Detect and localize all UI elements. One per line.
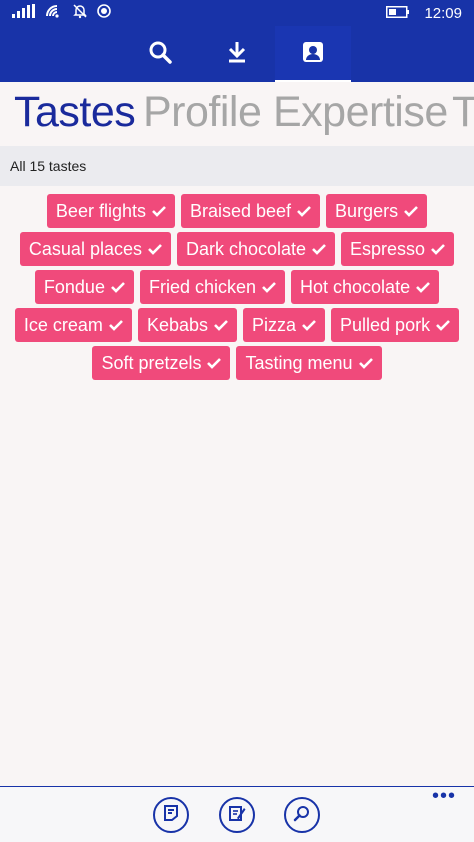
tag-row: Fondue Fried chicken Hot chocolate <box>0 270 474 304</box>
pivot-tab-expertise[interactable]: Expertise <box>273 86 448 138</box>
pivot-tab-tastes[interactable]: Tastes <box>14 86 136 138</box>
app-bar: ••• <box>0 786 474 842</box>
pivot-header: Tastes Profile Expertise T <box>0 82 474 144</box>
taste-tag-burgers[interactable]: Burgers <box>326 194 428 228</box>
checkmark-icon <box>302 319 316 331</box>
taste-tag-pizza[interactable]: Pizza <box>243 308 326 342</box>
top-nav <box>0 26 474 82</box>
tag-label: Kebabs <box>146 314 208 335</box>
pivot-tab-next[interactable]: T <box>452 86 474 138</box>
feedback-button[interactable] <box>153 797 189 833</box>
taste-tag-hot-chocolate[interactable]: Hot chocolate <box>291 270 440 304</box>
taste-tag-braised-beef[interactable]: Braised beef <box>180 194 321 228</box>
tag-label: Pizza <box>252 314 297 335</box>
checkmark-icon <box>404 205 418 217</box>
app-root: 12:09 Tastes Profile Expertise T All 15 … <box>0 0 474 842</box>
tag-label: Espresso <box>350 238 426 259</box>
filter-bar[interactable]: All 15 tastes <box>0 146 474 186</box>
profile-icon <box>301 40 325 69</box>
tag-label: Braised beef <box>189 200 292 221</box>
checkmark-icon <box>262 281 276 293</box>
tag-row: Ice cream Kebabs Pizza Pulled pork <box>0 308 474 342</box>
checkmark-icon <box>431 243 445 255</box>
tag-row: Soft pretzels Tasting menu <box>0 346 474 380</box>
pivot-tab-profile[interactable]: Profile <box>143 86 262 138</box>
filter-label: All 15 tastes <box>10 158 87 174</box>
edit-icon <box>228 804 246 827</box>
tags-cloud: Beer flights Braised beef Burgers Casual… <box>0 194 474 384</box>
signal-icon <box>12 3 36 23</box>
search-icon <box>293 804 311 827</box>
taste-tag-espresso[interactable]: Espresso <box>341 232 455 266</box>
taste-tag-dark-chocolate[interactable]: Dark chocolate <box>176 232 336 266</box>
taste-tag-casual-places[interactable]: Casual places <box>19 232 171 266</box>
tag-label: Tasting menu <box>245 352 353 373</box>
more-options-button[interactable]: ••• <box>432 786 456 806</box>
status-icons <box>12 3 111 24</box>
wifi-icon <box>45 4 63 23</box>
tag-label: Fried chicken <box>148 276 257 297</box>
checkmark-icon <box>297 205 311 217</box>
taste-tag-pulled-pork[interactable]: Pulled pork <box>331 308 460 342</box>
tag-row: Beer flights Braised beef Burgers <box>0 194 474 228</box>
taste-tag-kebabs[interactable]: Kebabs <box>137 308 237 342</box>
edit-button[interactable] <box>219 797 255 833</box>
tag-label: Pulled pork <box>340 314 431 335</box>
checkmark-icon <box>214 319 228 331</box>
tag-row: Casual places Dark chocolate Espresso <box>0 232 474 266</box>
status-right: 12:09 <box>386 4 462 22</box>
taste-tag-soft-pretzels[interactable]: Soft pretzels <box>92 346 231 380</box>
battery-icon <box>386 5 410 21</box>
tag-label: Beer flights <box>55 200 146 221</box>
taste-tag-fried-chicken[interactable]: Fried chicken <box>139 270 286 304</box>
clock: 12:09 <box>424 4 462 22</box>
checkmark-icon <box>109 319 123 331</box>
tag-label: Dark chocolate <box>185 238 307 259</box>
search-icon <box>148 40 172 69</box>
checkmark-icon <box>436 319 450 331</box>
quiet-hours-icon <box>72 3 88 24</box>
location-icon <box>97 3 111 23</box>
checkmark-icon <box>148 243 162 255</box>
checkmark-icon <box>416 281 431 293</box>
nav-search-button[interactable] <box>122 26 198 82</box>
checkmark-icon <box>312 243 326 255</box>
taste-tag-beer-flights[interactable]: Beer flights <box>46 194 175 228</box>
taste-tag-tasting-menu[interactable]: Tasting menu <box>236 346 382 380</box>
tag-label: Burgers <box>335 200 399 221</box>
feedback-icon <box>162 804 180 827</box>
checkmark-icon <box>111 281 125 293</box>
checkmark-icon <box>152 205 166 217</box>
app-search-button[interactable] <box>284 797 320 833</box>
tag-label: Casual places <box>28 238 142 259</box>
download-icon <box>226 40 248 69</box>
tag-label: Hot chocolate <box>300 276 411 297</box>
taste-tag-fondue[interactable]: Fondue <box>34 270 134 304</box>
taste-tag-ice-cream[interactable]: Ice cream <box>14 308 132 342</box>
tag-label: Fondue <box>43 276 105 297</box>
tag-label: Soft pretzels <box>101 352 202 373</box>
status-bar: 12:09 <box>0 0 474 26</box>
checkmark-icon <box>207 357 222 369</box>
nav-profile-button[interactable] <box>275 26 351 82</box>
checkmark-icon <box>358 357 373 369</box>
nav-download-button[interactable] <box>199 26 275 82</box>
tag-label: Ice cream <box>23 314 103 335</box>
